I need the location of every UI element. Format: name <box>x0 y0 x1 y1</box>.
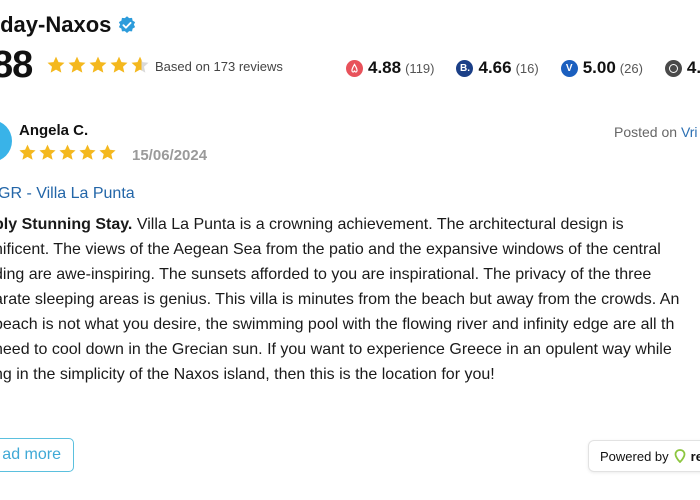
airbnb-count: (119) <box>405 60 435 76</box>
posted-on: Posted on Vri <box>614 124 698 140</box>
star-icon <box>99 144 116 160</box>
vrbo-rating: 5.00 <box>582 58 616 77</box>
star-icon <box>19 144 36 160</box>
review-line: nificent. The views of the Aegean Sea fr… <box>0 241 661 258</box>
brand-name: rev <box>690 448 700 464</box>
review-line: ding are awe-inspiring. The sunsets affo… <box>0 266 652 283</box>
vrbo-icon: V <box>560 59 578 77</box>
powered-by-badge[interactable]: Powered by rev <box>588 440 700 472</box>
posted-source-link[interactable]: Vri <box>681 124 698 140</box>
platform-airbnb[interactable]: 4.88 (119) <box>346 58 434 78</box>
overall-stars <box>46 55 150 75</box>
platform-tripadvisor[interactable]: 4.9 <box>664 58 700 78</box>
review-count-label: Based on 173 reviews <box>155 59 283 74</box>
half-star-icon <box>131 56 149 73</box>
platform-vrbo[interactable]: V 5.00 (26) <box>560 58 643 78</box>
posted-on-label: Posted on <box>614 124 681 140</box>
avatar <box>0 120 12 162</box>
location-pin-icon <box>674 449 686 463</box>
star-icon <box>68 56 86 73</box>
star-icon <box>89 56 107 73</box>
booking-icon: B. <box>456 59 474 77</box>
review-stars <box>18 143 117 162</box>
review-line: beach is not what you desire, the swimmi… <box>0 316 675 333</box>
powered-by-label: Powered by <box>600 448 669 464</box>
airbnb-rating: 4.88 <box>368 58 402 77</box>
platform-booking[interactable]: B. 4.66 (16) <box>456 58 539 78</box>
property-link[interactable]: GR - Villa La Punta <box>0 185 135 203</box>
star-icon <box>110 56 128 73</box>
review-headline: ply Stunning Stay. <box>0 216 133 233</box>
review-line-1: Villa La Punta is a crowning achievement… <box>132 216 624 233</box>
review-author: Angela C. <box>19 122 89 139</box>
platform-ratings: 4.88 (119) B. 4.66 (16) V 5.00 (26) 4.9 <box>346 58 700 78</box>
review-line: arate sleeping areas is genius. This vil… <box>0 291 680 308</box>
page-title: iday-Naxos <box>0 12 112 37</box>
review-line: need to cool down in the Grecian sun. If… <box>0 341 672 358</box>
star-icon <box>59 144 76 160</box>
booking-count: (16) <box>515 60 539 76</box>
vrbo-count: (26) <box>619 60 643 76</box>
review-date: 15/06/2024 <box>132 147 208 164</box>
review-text: ply Stunning Stay. Villa La Punta is a c… <box>0 212 700 387</box>
star-icon <box>39 144 56 160</box>
read-more-button[interactable]: ad more <box>0 438 74 472</box>
star-icon <box>47 56 65 73</box>
airbnb-icon <box>346 59 363 77</box>
star-icon <box>79 144 96 160</box>
overall-score: 88 <box>0 44 33 86</box>
tripadvisor-icon <box>664 59 682 77</box>
booking-rating: 4.66 <box>478 58 512 77</box>
review-line: ply Stunning Stay. Villa La Punta is a c… <box>0 212 700 237</box>
tripadvisor-rating: 4.9 <box>686 58 700 77</box>
verified-badge-icon <box>118 16 136 33</box>
review-line: ng in the simplicity of the Naxos island… <box>0 366 495 383</box>
